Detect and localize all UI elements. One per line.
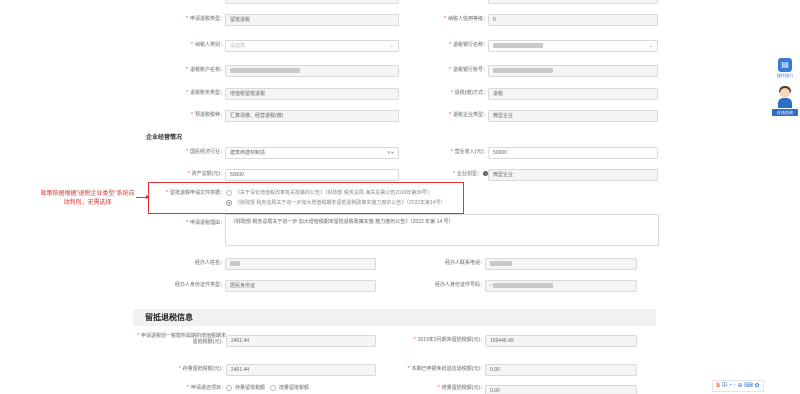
basis-option-2[interactable]: 《财政部 税务总局关于进一步加大增值税期末留抵退税政策实施力度的公告》（2022… [226, 199, 446, 206]
refund-prev-period-field: 2461.44 [226, 335, 376, 347]
refund-item-increment-option[interactable]: 增量留抵税额 [270, 384, 309, 391]
credit-level-field: 0 [488, 14, 658, 26]
bank-account-field [488, 65, 658, 77]
bank-account-label: * 退税银行账号： [449, 67, 488, 73]
refund-method-label: * 退税(缴)方式： [450, 90, 488, 96]
tax-refund-form-page: * 申请退税类型： 留抵退税 * 纳税人信用等级： 0 * 纳税人类别： 请选择 ⌄ *… [0, 0, 800, 394]
credit-level-label: * 纳税人信用等级： [444, 16, 488, 22]
scale-field: 微型企业 [488, 169, 658, 181]
radio-icon [226, 384, 232, 391]
sogou-logo-icon: S [716, 383, 721, 389]
top-cut-field-right [488, 0, 658, 4]
policy-annotation-note: 政策依据根据“退税企业类型”系统自动判别，无需选择 [40, 191, 135, 206]
handler-id-type-label: 经办人身份证件类型： [174, 282, 225, 288]
account-name-label: * 退税账户名称： [186, 67, 225, 73]
refund-type-label: * 申请退税类型： [186, 16, 225, 22]
redacted-bank-name [493, 43, 543, 49]
top-cut-field-left [225, 0, 399, 4]
handler-id-type-field: 居民身份证 [225, 280, 376, 292]
redacted-account-name [230, 68, 300, 74]
assets-label: * 资产总额(元)： [187, 171, 225, 177]
refund-2019-label: * 2019年3月期末留抵税额(元)： [413, 337, 485, 343]
chevron-down-icon: ⌄ [648, 43, 653, 49]
stock-credit-field: 2461.44 [226, 364, 376, 376]
handler-name-label: 经办人姓名： [194, 260, 225, 266]
radio-selected-icon [226, 199, 232, 206]
online-consult-label: 在线咨询 [772, 109, 798, 116]
revenue-input[interactable]: 50000 [488, 147, 658, 159]
basis-label: * 留抵退税申请文件依据： [166, 190, 225, 196]
arrow-right-icon [146, 195, 150, 199]
radio-icon [226, 189, 232, 196]
account-type-label: * 退税账务类型： [186, 90, 225, 96]
refund-item-stock-option[interactable]: 存量留抵税额 [226, 384, 265, 391]
section-refund-title: 留抵退税信息 [145, 313, 193, 322]
revenue-label: * 营业收入(元)： [450, 149, 488, 155]
account-type-field: 增值税留抵退税 [225, 88, 399, 100]
section-business-title: 企业经营情况 [146, 135, 183, 141]
bank-name-select[interactable]: ⌄ [488, 40, 658, 52]
ime-toolbar[interactable]: S 中・◦ ⊕ ⌨ ✿ [712, 380, 764, 392]
scale-label: * 企业划型：? [453, 171, 488, 177]
agent-avatar [775, 85, 795, 109]
handler-phone-field [485, 258, 637, 270]
chevron-down-icon: ⌄ [389, 43, 394, 49]
enterprise-type-field: 微型企业 [488, 110, 658, 122]
tax-category-label: * 预退税税种： [191, 112, 225, 118]
radio-icon [270, 384, 276, 391]
handler-id-no-field: • [485, 280, 637, 292]
taxpayer-type-select[interactable]: 请选择 ⌄ [225, 40, 399, 52]
refund-items-label: * 申请退还项目： [187, 385, 226, 391]
bank-name-label: * 退税银行名称： [449, 42, 488, 48]
industry-select[interactable]: 建筑用建材制造 ▾ ▸ [225, 147, 399, 159]
handler-phone-label: 经办人联系电话： [444, 260, 485, 266]
redacted-handler-name [230, 261, 240, 267]
dropdown-arrows-icon: ▾ ▸ [387, 150, 394, 156]
declared-refund-field: 0.00 [485, 364, 637, 376]
operation-guide-button[interactable]: ▤ 操作指引 [774, 58, 796, 79]
operation-guide-label: 操作指引 [777, 73, 793, 78]
redacted-handler-id [493, 283, 554, 289]
online-consult-button[interactable]: 在线咨询 [772, 85, 798, 116]
enterprise-type-label: * 退税企业类型： [449, 112, 488, 118]
refund-type-field: 留抵退税 [225, 14, 399, 26]
section-refund-bar: 留抵退税信息 [133, 309, 656, 326]
refund-2019-field: 159446.49 [485, 335, 637, 347]
ime-tools: 中・◦ ⊕ ⌨ ✿ [721, 383, 760, 389]
redacted-handler-phone [490, 261, 512, 267]
refund-method-field: 退税 [488, 88, 658, 100]
tax-category-field: 汇算清缴、经营退税(缴) [225, 110, 399, 122]
account-name-field [225, 65, 399, 77]
industry-label: * 国民经济行业： [186, 149, 225, 155]
basis-option-1[interactable]: 《关于深化增值税改革有关政策的公告》（财政部 税务总局 海关总署公告2019年第… [226, 189, 432, 196]
assets-input[interactable]: 50000 [225, 169, 399, 181]
taxpayer-type-label: * 纳税人类别： [191, 42, 225, 48]
refund-prev-period-label: * 申请退税前一税款所属期的增值税期末留抵税额(元)： [137, 333, 226, 345]
handler-id-no-label: 经办人身份证件号码： [434, 282, 485, 288]
stock-credit-label: * 存量留抵税额(元)： [178, 366, 226, 372]
declared-refund-label: * 本期已申报免抵退应退税额(元)： [407, 366, 485, 372]
handler-name-field [225, 258, 376, 270]
increment-credit-label: * 增量留抵税额(元)： [437, 385, 485, 391]
book-icon: ▤ [778, 58, 792, 72]
reason-label: * 申请退税理由： [186, 220, 225, 226]
reason-textarea[interactable]: 《财政部 税务总局关于进一步 加大增值税期末留抵退税政策实施 施力度的公告》（2… [225, 214, 659, 246]
redacted-bank-account [493, 68, 553, 74]
increment-credit-field: 0.00 [485, 385, 637, 394]
